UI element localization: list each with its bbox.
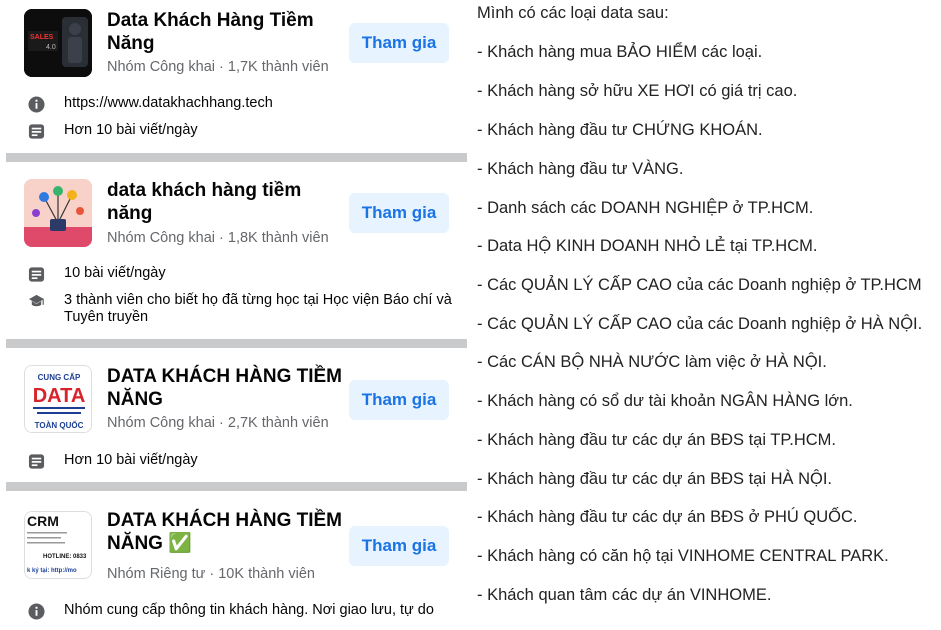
data-list-item: - Khách hàng đầu tư các dự án BĐS ở PHÚ … (477, 508, 858, 526)
group-name[interactable]: DATA KHÁCH HÀNG TIỀM NĂNG (107, 365, 345, 411)
group-card[interactable]: SALES 4.0 Data Khách Hàng Tiềm Năng Nhóm… (6, 0, 467, 154)
info-icon (28, 603, 45, 620)
thumb-text: HOTLINE: 0833 (43, 554, 87, 560)
posts-icon (28, 124, 45, 139)
separator (6, 482, 467, 491)
thumb-text: CRM (27, 513, 59, 529)
posts-icon (28, 267, 45, 282)
group-name[interactable]: Data Khách Hàng Tiềm Năng (107, 9, 345, 55)
data-list-item: - Khách hàng đầu tư các dự án BĐS tại HÀ… (477, 470, 833, 488)
group-thumbnail[interactable]: CRM HOTLINE: 0833 k ký tại: http://mo (24, 511, 92, 579)
info-icon (28, 96, 45, 113)
group-website-link[interactable]: https://www.datakhachhang.tech (64, 95, 464, 112)
group-education-text: 3 thành viên cho biết họ đã từng học tại… (64, 292, 452, 325)
group-activity-text: 10 bài viết/ngày (64, 265, 166, 281)
group-card[interactable]: CUNG CẤP DATA TOÀN QUỐC DATA KHÁCH HÀNG … (6, 348, 467, 482)
graduation-cap-icon (28, 294, 45, 307)
group-meta: Nhóm Riêng tư · 10K thành viên (107, 566, 315, 582)
data-list-item: - Khách hàng đầu tư CHỨNG KHOÁN. (477, 121, 763, 139)
join-group-button[interactable]: Tham gia (349, 526, 449, 566)
group-results-panel: SALES 4.0 Data Khách Hàng Tiềm Năng Nhóm… (0, 0, 467, 630)
data-list-item: - Khách hàng có sổ dư tài khoản NGÂN HÀN… (477, 392, 853, 410)
data-logo-icon: CUNG CẤP DATA TOÀN QUỐC (25, 366, 91, 432)
data-list-item: - Khách hàng mua BẢO HIỂM các loại. (477, 43, 763, 61)
network-illustration-icon (24, 179, 92, 247)
group-activity-text: Hơn 10 bài viết/ngày (64, 122, 198, 138)
group-name[interactable]: data khách hàng tiềm năng (107, 179, 345, 225)
thumb-text: k ký tại: http://mo (27, 568, 77, 574)
data-list-item: - Khách hàng có căn hộ tại VINHOME CENTR… (477, 547, 889, 565)
data-list-item: - Data HỘ KINH DOANH NHỎ LẺ tại TP.HCM. (477, 237, 818, 255)
data-list-item: - Các CÁN BỘ NHÀ NƯỚC làm việc ở HÀ NỘI. (477, 353, 827, 371)
data-list-intro: Mình có các loại data sau: (477, 4, 669, 22)
group-card[interactable]: data khách hàng tiềm năng Nhóm Công khai… (6, 162, 467, 340)
data-list-item: - Khách hàng đầu tư các dự án BĐS tại TP… (477, 431, 836, 449)
group-name-line: NĂNG (107, 533, 163, 554)
data-list-item: - Danh sách các DOANH NGHIỆP ở TP.HCM. (477, 199, 814, 217)
thumb-text: DATA (33, 385, 86, 407)
data-list-panel: Mình có các loại data sau: - Khách hàng … (467, 0, 941, 630)
thumb-text: 4.0 (46, 44, 56, 51)
crm-logo-icon: CRM HOTLINE: 0833 k ký tại: http://mo (25, 512, 91, 578)
data-list-item: - Khách hàng đầu tư VÀNG. (477, 160, 684, 178)
group-meta: Nhóm Công khai · 1,8K thành viên (107, 230, 329, 246)
group-meta: Nhóm Công khai · 2,7K thành viên (107, 415, 329, 431)
group-name[interactable]: DATA KHÁCH HÀNG TIỀM NĂNG ✅ (107, 509, 345, 555)
group-meta: Nhóm Công khai · 1,7K thành viên (107, 59, 329, 75)
group-card[interactable]: CRM HOTLINE: 0833 k ký tại: http://mo DA… (6, 491, 467, 630)
separator (6, 339, 467, 348)
data-list-item: - Các QUẢN LÝ CẤP CAO của các Doanh nghi… (477, 315, 923, 333)
data-list-item: - Khách quan tâm các dự án VINHOME. (477, 586, 772, 604)
group-description-text: Nhóm cung cấp thông tin khách hàng. Nơi … (64, 602, 434, 618)
group-activity-text: Hơn 10 bài viết/ngày (64, 452, 198, 468)
join-group-button[interactable]: Tham gia (349, 23, 449, 63)
verified-check-icon: ✅ (168, 533, 192, 554)
separator (6, 153, 467, 162)
thumb-text: SALES (30, 34, 54, 41)
group-name-line: DATA KHÁCH HÀNG TIỀM (107, 510, 343, 531)
data-list-item: - Khách hàng sở hữu XE HƠI có giá trị ca… (477, 82, 798, 100)
group-thumbnail[interactable] (24, 179, 92, 247)
thumb-text: CUNG CẤP (38, 372, 81, 382)
join-group-button[interactable]: Tham gia (349, 380, 449, 420)
join-group-button[interactable]: Tham gia (349, 193, 449, 233)
sales-image-icon: SALES 4.0 (24, 9, 92, 77)
data-list-item: - Các QUẢN LÝ CẤP CAO của các Doanh nghi… (477, 276, 922, 294)
group-thumbnail[interactable]: SALES 4.0 (24, 9, 92, 77)
posts-icon (28, 454, 45, 469)
group-thumbnail[interactable]: CUNG CẤP DATA TOÀN QUỐC (24, 365, 92, 433)
thumb-text: TOÀN QUỐC (35, 420, 84, 430)
